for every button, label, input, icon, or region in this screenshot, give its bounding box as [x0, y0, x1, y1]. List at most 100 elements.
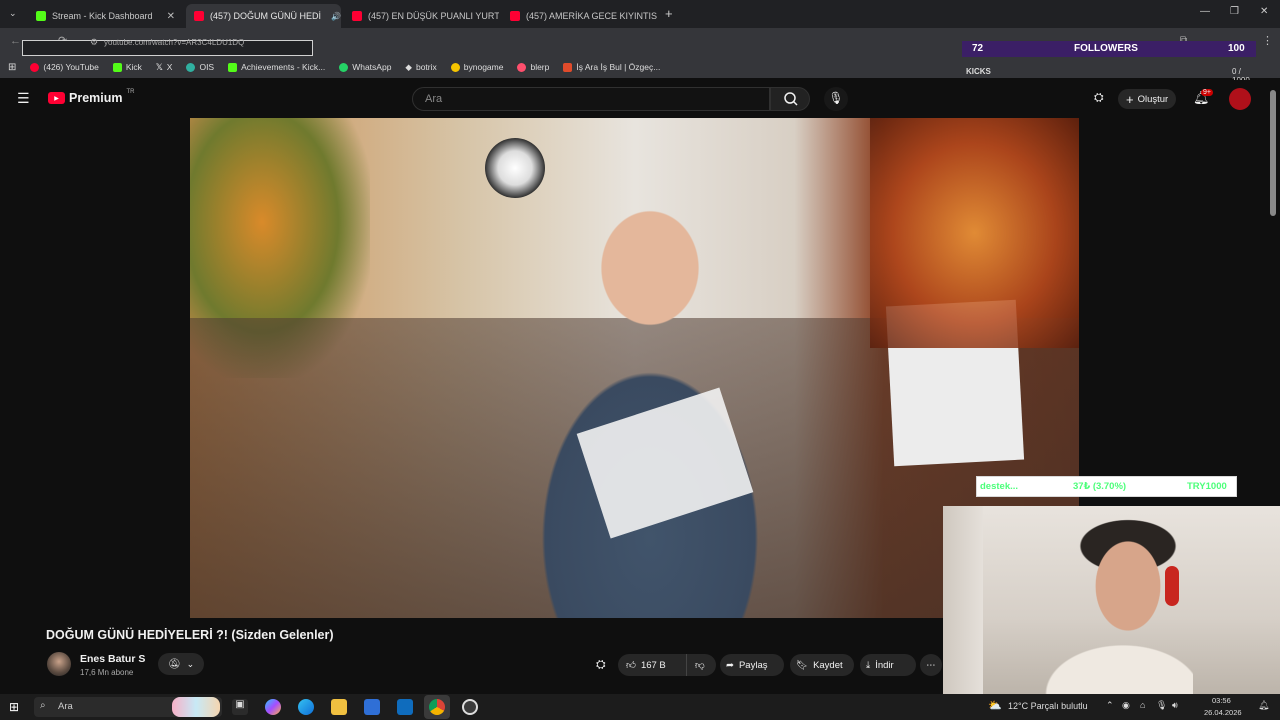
taskbar-search-label: Ara	[58, 701, 73, 712]
bookmark-blerp[interactable]: blerp	[517, 62, 549, 72]
followers-goal: 100	[1228, 43, 1245, 54]
tab-kick-dashboard[interactable]: Stream - Kick Dashboard ✕	[28, 4, 183, 28]
tab-list-chevron-icon[interactable]: ⌄	[9, 8, 17, 19]
microsoft-store-icon[interactable]	[364, 699, 380, 715]
ois-icon	[186, 62, 196, 72]
maximize-icon[interactable]: ❐	[1230, 6, 1239, 17]
like-icon: 👍︎	[626, 660, 636, 671]
search-highlight-image	[172, 697, 220, 717]
minimize-icon[interactable]: —	[1200, 6, 1210, 17]
browser-tab-bar: ⌄ Stream - Kick Dashboard ✕ (457) DOĞUM …	[0, 0, 1280, 28]
more-actions-button[interactable]: ⋯	[920, 654, 942, 676]
subscriber-count: 17,6 Mn abone	[80, 668, 134, 677]
tray-app-icon[interactable]: ◉	[1122, 700, 1130, 711]
hamburger-menu-icon[interactable]: ☰	[17, 90, 30, 107]
tray-date[interactable]: 26.04.2026	[1204, 708, 1242, 717]
search-placeholder: Ara	[425, 93, 443, 105]
tab-youtube-america[interactable]: (457) AMERİKA GECE KIYINTISI ✕	[502, 4, 657, 28]
bookmark-icon: 🔖︎	[796, 659, 809, 671]
tab-youtube-lowest-rated[interactable]: (457) EN DÜŞÜK PUANLI YURT ✕	[344, 4, 499, 28]
webcam-overlay	[943, 506, 1280, 694]
chevron-down-icon: ⌄	[186, 658, 195, 669]
copilot-icon[interactable]	[265, 699, 281, 715]
back-icon[interactable]: ←	[10, 35, 21, 47]
cast-icon[interactable]: ⛭	[1094, 90, 1104, 105]
weather-icon[interactable]: ⛅	[988, 699, 1002, 712]
kicks-label: KICKS	[966, 67, 991, 76]
download-button[interactable]: ⤓ İndir	[860, 654, 916, 676]
dislike-icon: 👎︎	[695, 660, 705, 671]
job-site-icon	[563, 62, 573, 72]
subscribed-button[interactable]: 🔕︎ ⌄	[158, 653, 204, 675]
more-horizontal-icon: ⋯	[926, 659, 936, 671]
plus-icon: +	[1126, 91, 1134, 107]
windows-taskbar: ⊞ ⌕ Ara ▣ ⛅ 12°C Parçalı bulutlu ⌃ ◉ ⌂ 🎙…	[0, 694, 1280, 720]
apps-grid-icon[interactable]: ⊞	[8, 62, 16, 73]
bookmark-x[interactable]: 𝕏X	[156, 62, 173, 73]
create-label: Oluştur	[1137, 93, 1169, 105]
notification-badge: 9+	[1201, 89, 1213, 96]
like-count: 167 B	[640, 659, 666, 671]
audio-playing-icon[interactable]: 🔊	[331, 12, 341, 21]
tray-time[interactable]: 03:56	[1212, 696, 1231, 705]
x-logo-icon: 𝕏	[155, 61, 163, 72]
video-frame-lamp	[485, 138, 545, 198]
region-label: TR	[126, 89, 135, 95]
channel-name[interactable]: Enes Batur S	[80, 653, 145, 665]
site-info-icon[interactable]: ⚙	[90, 37, 98, 48]
voice-search-button[interactable]: 🎙︎	[824, 87, 848, 111]
search-icon	[784, 92, 798, 106]
search-button[interactable]	[770, 87, 810, 111]
tray-chevron-icon[interactable]: ⌃	[1106, 700, 1114, 711]
download-icon: ⤓	[866, 659, 871, 671]
bookmark-botrix[interactable]: ◆ botrix	[405, 62, 436, 73]
edge-icon[interactable]	[298, 699, 314, 715]
new-tab-button[interactable]: +	[665, 6, 673, 21]
bookmark-is-ara[interactable]: İş Ara İş Bul | Özgeç...	[563, 62, 660, 72]
page-scrollbar[interactable]	[1270, 90, 1276, 216]
outlook-icon[interactable]	[397, 699, 413, 715]
tab-title: Stream - Kick Dashboard	[52, 11, 153, 21]
bookmark-whatsapp[interactable]: WhatsApp	[339, 62, 391, 72]
channel-avatar[interactable]	[47, 652, 71, 676]
webcam-door	[943, 506, 983, 694]
bynogame-icon	[450, 62, 460, 72]
menu-icon[interactable]: ⋮	[1262, 34, 1273, 47]
youtube-premium-logo[interactable]: ▶ Premium TR	[48, 89, 135, 105]
obs-icon[interactable]	[462, 699, 478, 715]
windows-start-icon[interactable]: ⊞	[9, 700, 19, 714]
like-button[interactable]: 👍︎ 167 B	[618, 654, 686, 676]
close-tab-icon[interactable]: ✕	[167, 11, 175, 22]
whatsapp-icon	[339, 62, 349, 72]
network-icon[interactable]: ⌂	[1140, 700, 1145, 710]
kick-favicon-icon	[36, 11, 46, 21]
share-icon: ➦	[726, 659, 734, 671]
close-window-icon[interactable]: ✕	[1260, 6, 1268, 17]
youtube-favicon-icon	[510, 11, 520, 21]
microphone-tray-icon[interactable]: 🎙︎	[1156, 700, 1167, 711]
donation-label: destek...	[980, 481, 1019, 492]
kick-icon	[228, 62, 238, 72]
save-button[interactable]: 🔖︎ Kaydet	[790, 654, 854, 676]
create-button[interactable]: + Oluştur	[1118, 89, 1177, 109]
bookmark-bynogame[interactable]: bynogame	[450, 62, 503, 72]
youtube-icon	[30, 62, 40, 72]
dislike-button[interactable]: 👎︎	[686, 654, 716, 676]
share-button[interactable]: ➦ Paylaş	[720, 654, 784, 676]
search-input[interactable]: Ara	[412, 87, 770, 111]
file-explorer-icon[interactable]	[331, 699, 347, 715]
url-text[interactable]: youtube.com/watch?v=AR3C4LDU1DQ	[104, 38, 244, 47]
volume-icon[interactable]: 🔊︎	[1172, 700, 1178, 711]
tab-title: (457) EN DÜŞÜK PUANLI YURT	[368, 11, 499, 21]
bookmark-youtube[interactable]: (426) YouTube	[30, 62, 99, 72]
task-view-icon[interactable]: ▣	[232, 699, 248, 715]
account-avatar[interactable]	[1229, 88, 1251, 110]
cast-icon[interactable]: ⛭	[596, 657, 606, 672]
weather-text[interactable]: 12°C Parçalı bulutlu	[1008, 701, 1088, 711]
bookmark-achievements[interactable]: Achievements - Kick...	[228, 62, 325, 72]
notification-center-icon[interactable]: 🔔︎	[1258, 700, 1269, 711]
bookmark-kick[interactable]: Kick	[112, 62, 142, 72]
bookmark-ois[interactable]: OIS	[186, 62, 214, 72]
tab-youtube-birthday[interactable]: (457) DOĞUM GÜNÜ HEDİ 🔊 ✕	[186, 4, 341, 28]
notifications-off-icon: 🔕︎	[167, 658, 181, 670]
